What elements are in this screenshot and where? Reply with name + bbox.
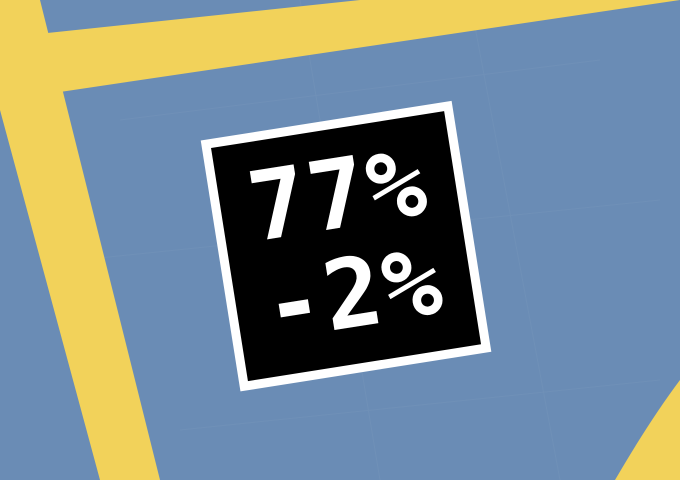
scene: 77% -2% bbox=[0, 0, 680, 480]
sign: 77% -2% bbox=[200, 100, 492, 392]
scene-svg: 77% -2% bbox=[0, 0, 680, 480]
